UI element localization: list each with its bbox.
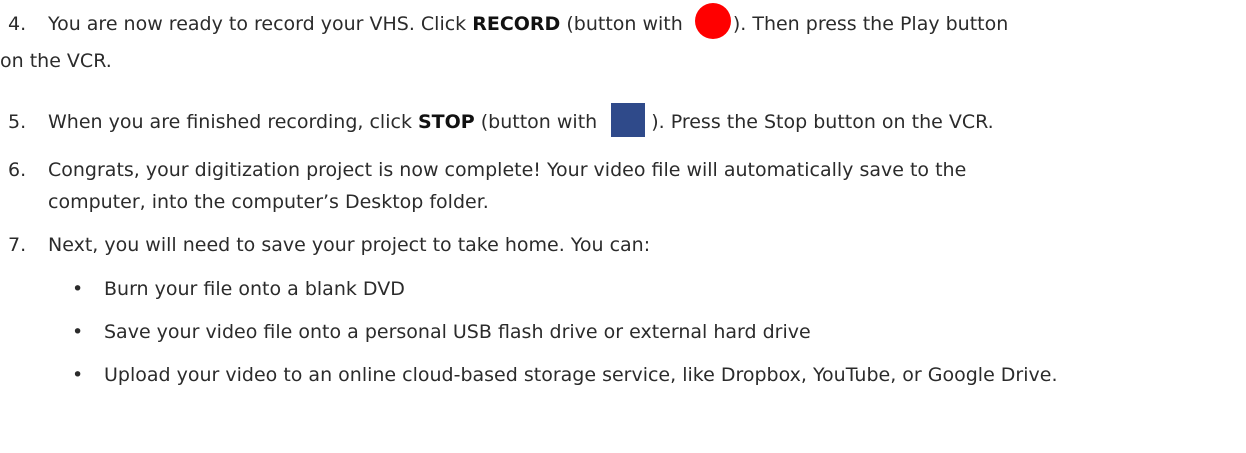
bullet-icon: •	[72, 278, 84, 300]
list-item: • Burn your file onto a blank DVD	[72, 276, 1232, 302]
step-number: 6.	[8, 159, 27, 181]
step-6: 6. Congrats, your digitization project is…	[8, 157, 1238, 215]
step-text: You are now ready to record your VHS. Cl…	[48, 13, 473, 35]
stop-button-icon	[611, 103, 646, 137]
list-item: • Save your video file onto a personal U…	[72, 319, 1232, 345]
step-5: 5. When you are finished recording, click…	[8, 103, 1238, 137]
step-number: 7.	[8, 234, 27, 256]
step-continuation: on the VCR.	[0, 50, 112, 72]
step-text: (button with	[474, 111, 604, 133]
step-text: (button with	[560, 13, 689, 35]
step-number: 5.	[8, 111, 27, 133]
step-continuation: computer, into the computer’s Desktop fo…	[48, 191, 489, 213]
bullet-icon: •	[72, 364, 84, 386]
record-keyword: RECORD	[472, 13, 561, 35]
save-options-list: • Burn your file onto a blank DVD • Save…	[72, 276, 1232, 405]
step-text: When you are finished recording, click	[48, 111, 418, 133]
bullet-icon: •	[72, 321, 84, 343]
list-item: • Upload your video to an online cloud-b…	[72, 362, 1232, 388]
instruction-document: 4. You are now ready to record your VHS. …	[0, 0, 1246, 453]
step-text: Congrats, your digitization project is n…	[48, 159, 967, 181]
list-item-text: Upload your video to an online cloud-bas…	[104, 364, 1058, 386]
stop-keyword: STOP	[417, 111, 475, 133]
step-number: 4.	[8, 13, 27, 35]
step-4: 4. You are now ready to record your VHS. …	[0, 3, 1238, 74]
step-text: ). Press the Stop button on the VCR.	[651, 111, 994, 133]
list-item-text: Burn your file onto a blank DVD	[104, 278, 405, 300]
list-item-text: Save your video file onto a personal USB…	[104, 321, 811, 343]
record-button-icon	[694, 3, 731, 39]
step-text: Next, you will need to save your project…	[48, 234, 651, 256]
step-7: 7. Next, you will need to save your proje…	[8, 232, 1238, 258]
step-text: ). Then press the Play button	[732, 13, 1009, 35]
